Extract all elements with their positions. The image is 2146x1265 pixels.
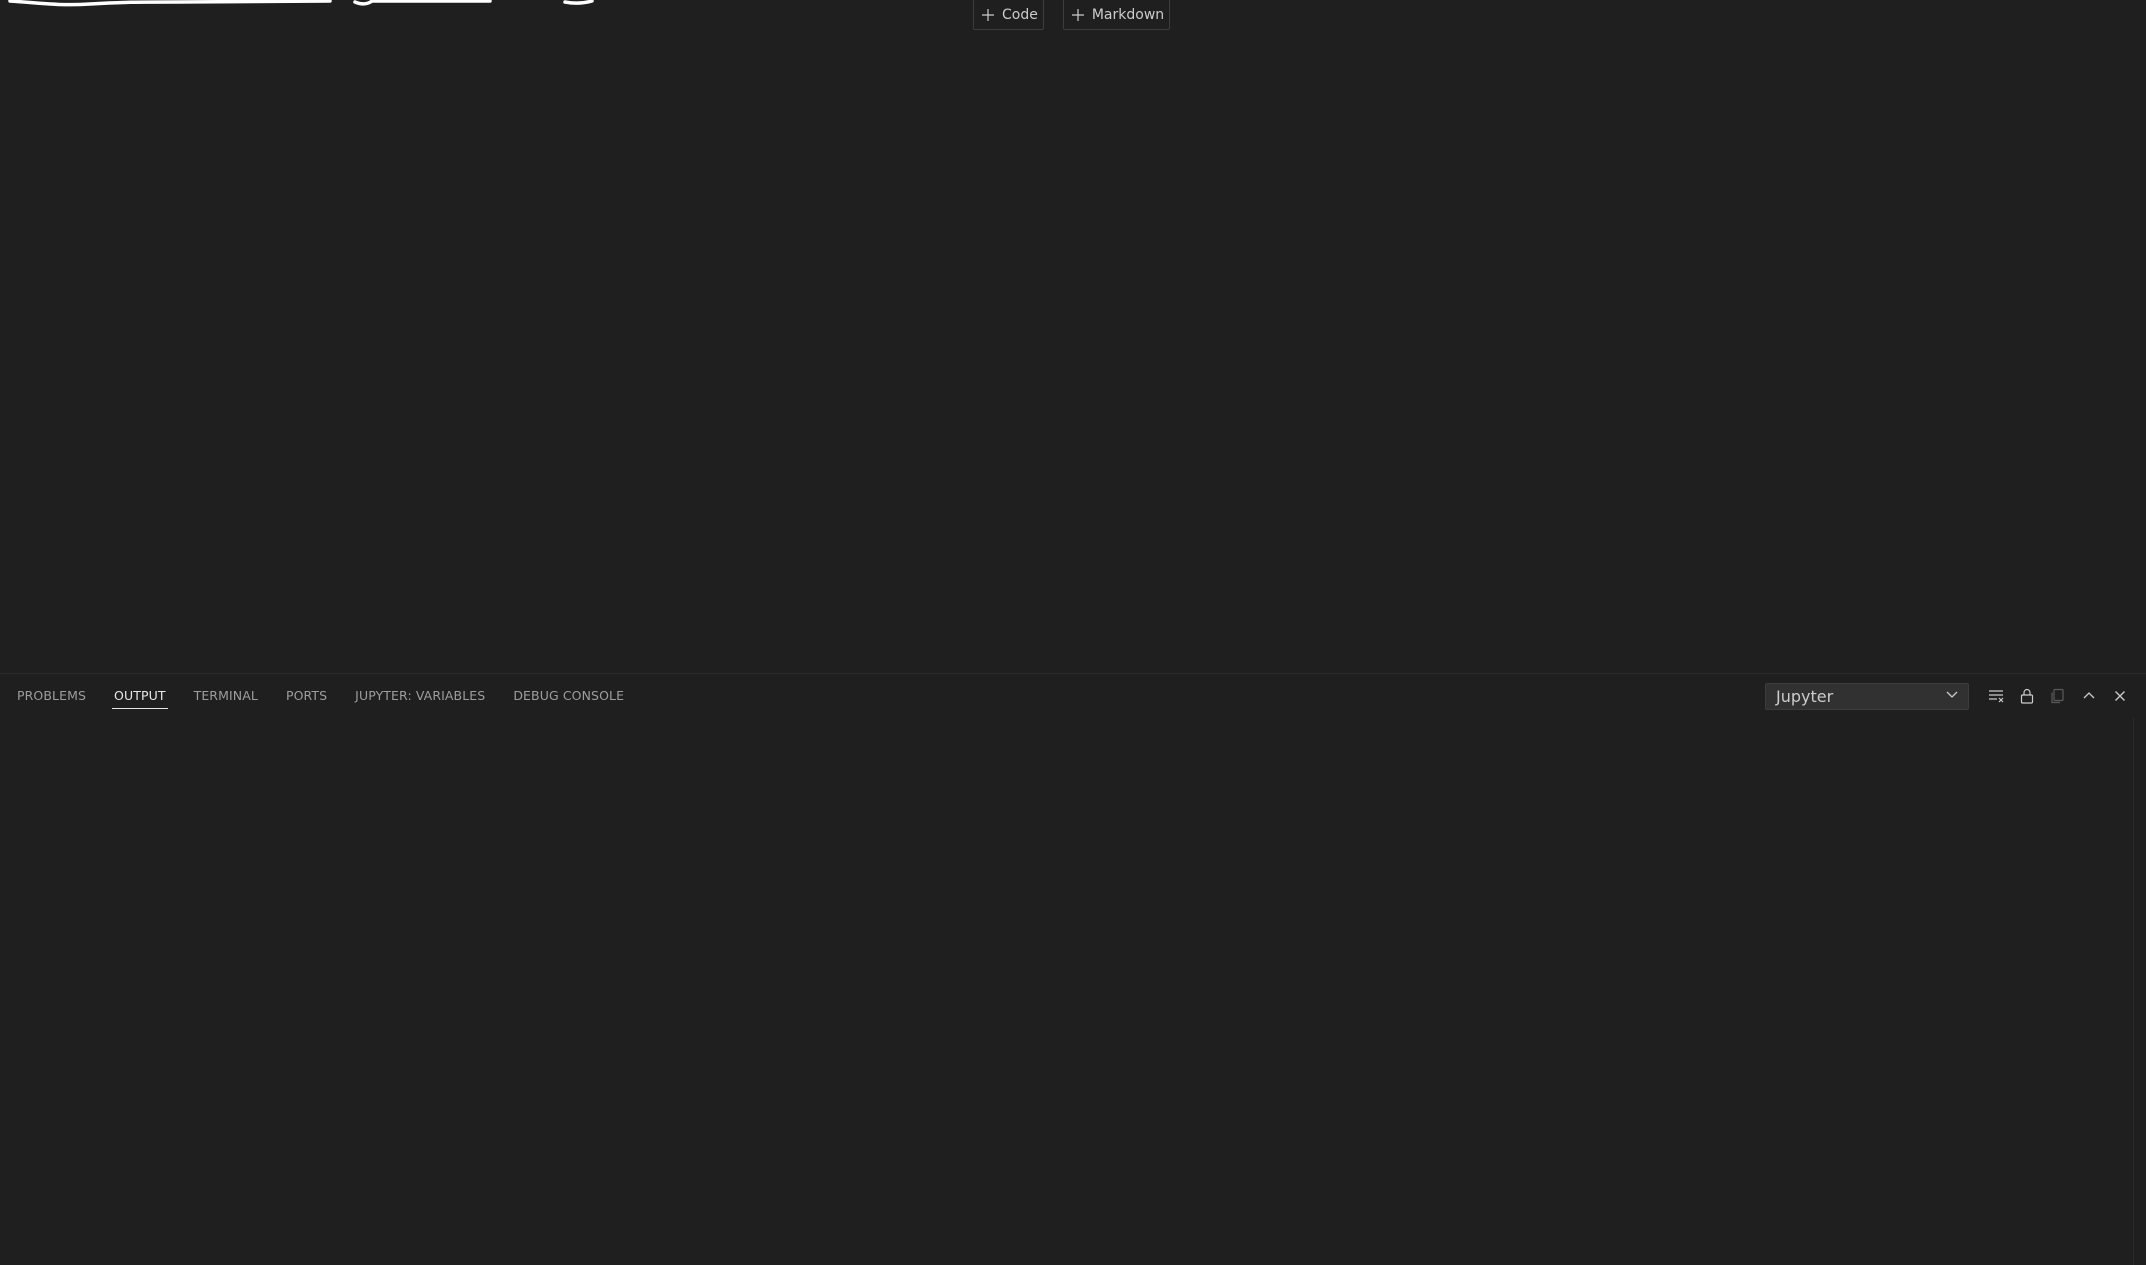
scrollbar-track[interactable] [2133,718,2134,1265]
clear-output-icon [1987,687,2005,705]
close-panel-button[interactable] [2106,682,2134,710]
chevron-down-icon [1944,686,1960,706]
add-cell-toolbar: Code Markdown [973,0,1171,30]
chevron-up-icon [2081,688,2097,704]
open-output-in-editor-button[interactable] [2044,682,2072,710]
bottom-panel: PROBLEMS OUTPUT TERMINAL PORTS JUPYTER: … [0,673,2146,1265]
close-icon [2112,688,2128,704]
output-area[interactable] [0,718,2146,1265]
add-code-cell-button[interactable]: Code [973,0,1044,30]
add-markdown-label: Markdown [1091,6,1165,23]
clear-output-button[interactable] [1982,682,2010,710]
tab-debug-console[interactable]: DEBUG CONSOLE [504,674,633,718]
tab-problems[interactable]: PROBLEMS [8,674,95,718]
tab-output[interactable]: OUTPUT [105,674,175,718]
plus-icon [1070,7,1086,23]
tab-ports[interactable]: PORTS [277,674,336,718]
lock-scroll-button[interactable] [2013,682,2041,710]
output-channel-value: Jupyter [1776,686,1834,706]
panel-actions: Jupyter [1765,681,2134,711]
redacted-scribble [8,0,594,7]
plus-icon [980,7,996,23]
lock-icon [2018,687,2036,705]
add-markdown-cell-button[interactable]: Markdown [1062,0,1171,30]
maximize-panel-button[interactable] [2075,682,2103,710]
tab-terminal[interactable]: TERMINAL [185,674,267,718]
add-code-label: Code [1002,6,1038,23]
output-channel-select[interactable]: Jupyter [1765,682,1969,710]
tab-jupyter-variables[interactable]: JUPYTER: VARIABLES [346,674,494,718]
panel-tabs: PROBLEMS OUTPUT TERMINAL PORTS JUPYTER: … [8,674,643,718]
copy-icon [2049,687,2067,705]
notebook-editor: Code Markdown [0,0,2146,673]
